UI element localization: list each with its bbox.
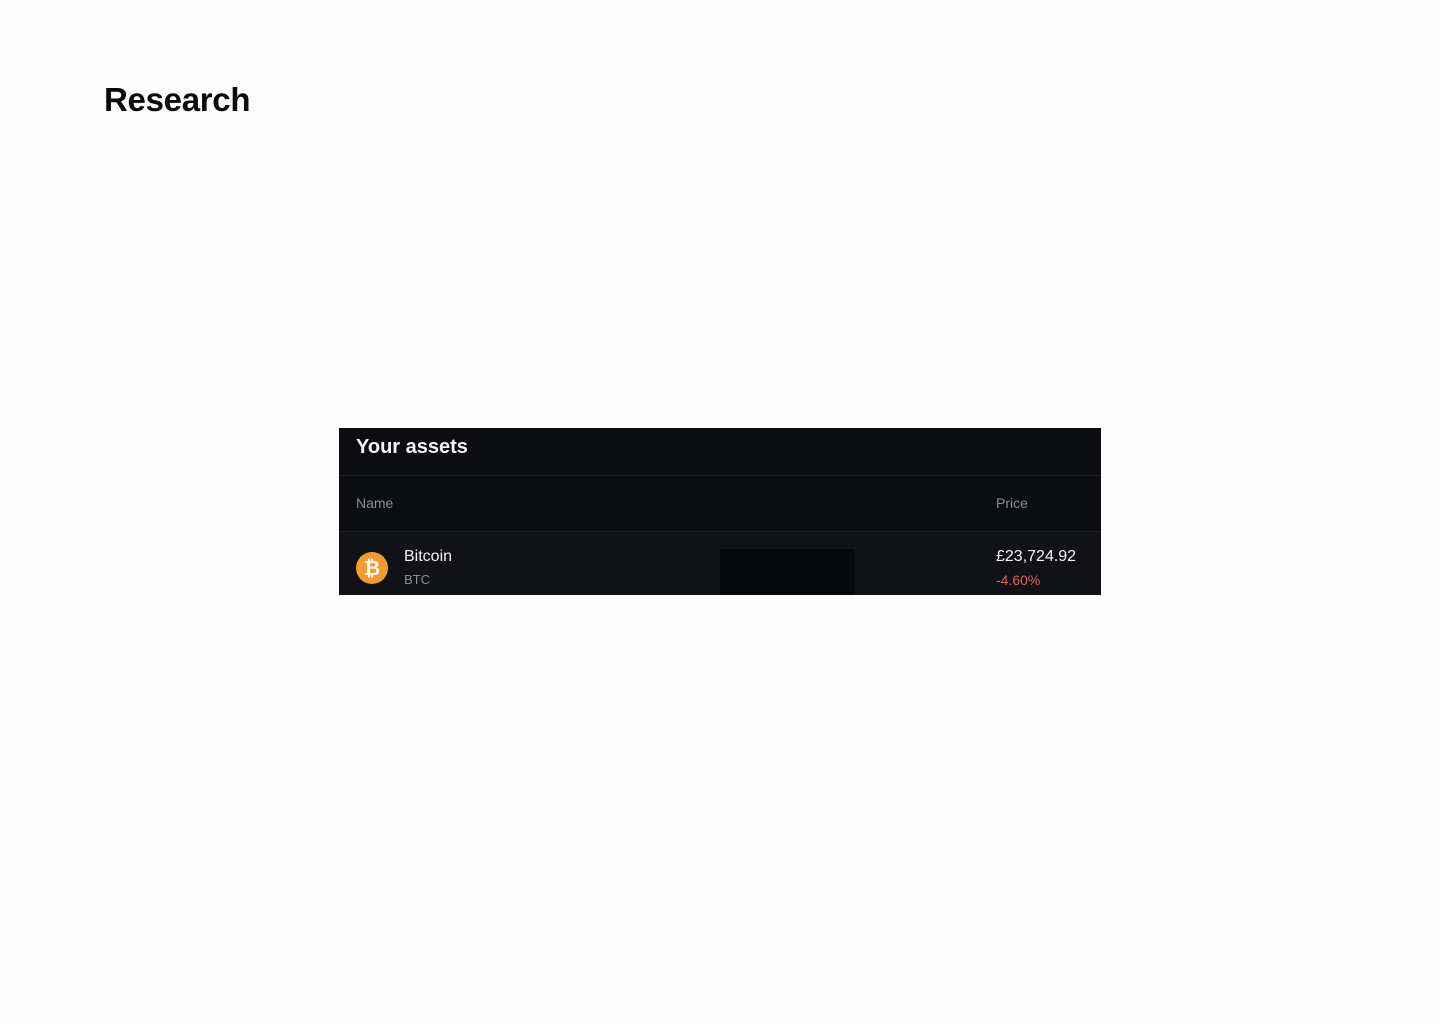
assets-panel-title: Your assets bbox=[356, 436, 468, 458]
asset-symbol: BTC bbox=[404, 572, 430, 587]
price-sparkline bbox=[720, 549, 855, 595]
column-header-price[interactable]: Price bbox=[996, 495, 1028, 511]
bitcoin-icon: ₿ bbox=[356, 552, 388, 584]
asset-price-change: -4.60% bbox=[996, 572, 1041, 588]
assets-table-header: Name Price bbox=[339, 476, 1101, 532]
column-header-name[interactable]: Name bbox=[356, 495, 393, 511]
page-title: Research bbox=[104, 81, 251, 118]
asset-row-bitcoin[interactable]: ₿ Bitcoin BTC £23,724.92 -4.60% bbox=[339, 532, 1101, 595]
asset-name: Bitcoin bbox=[404, 548, 453, 565]
assets-panel-header: Your assets bbox=[339, 428, 1101, 476]
assets-panel: Your assets Name Price ₿ Bitcoin BTC £23… bbox=[339, 428, 1101, 595]
asset-price: £23,724.92 bbox=[996, 548, 1077, 565]
